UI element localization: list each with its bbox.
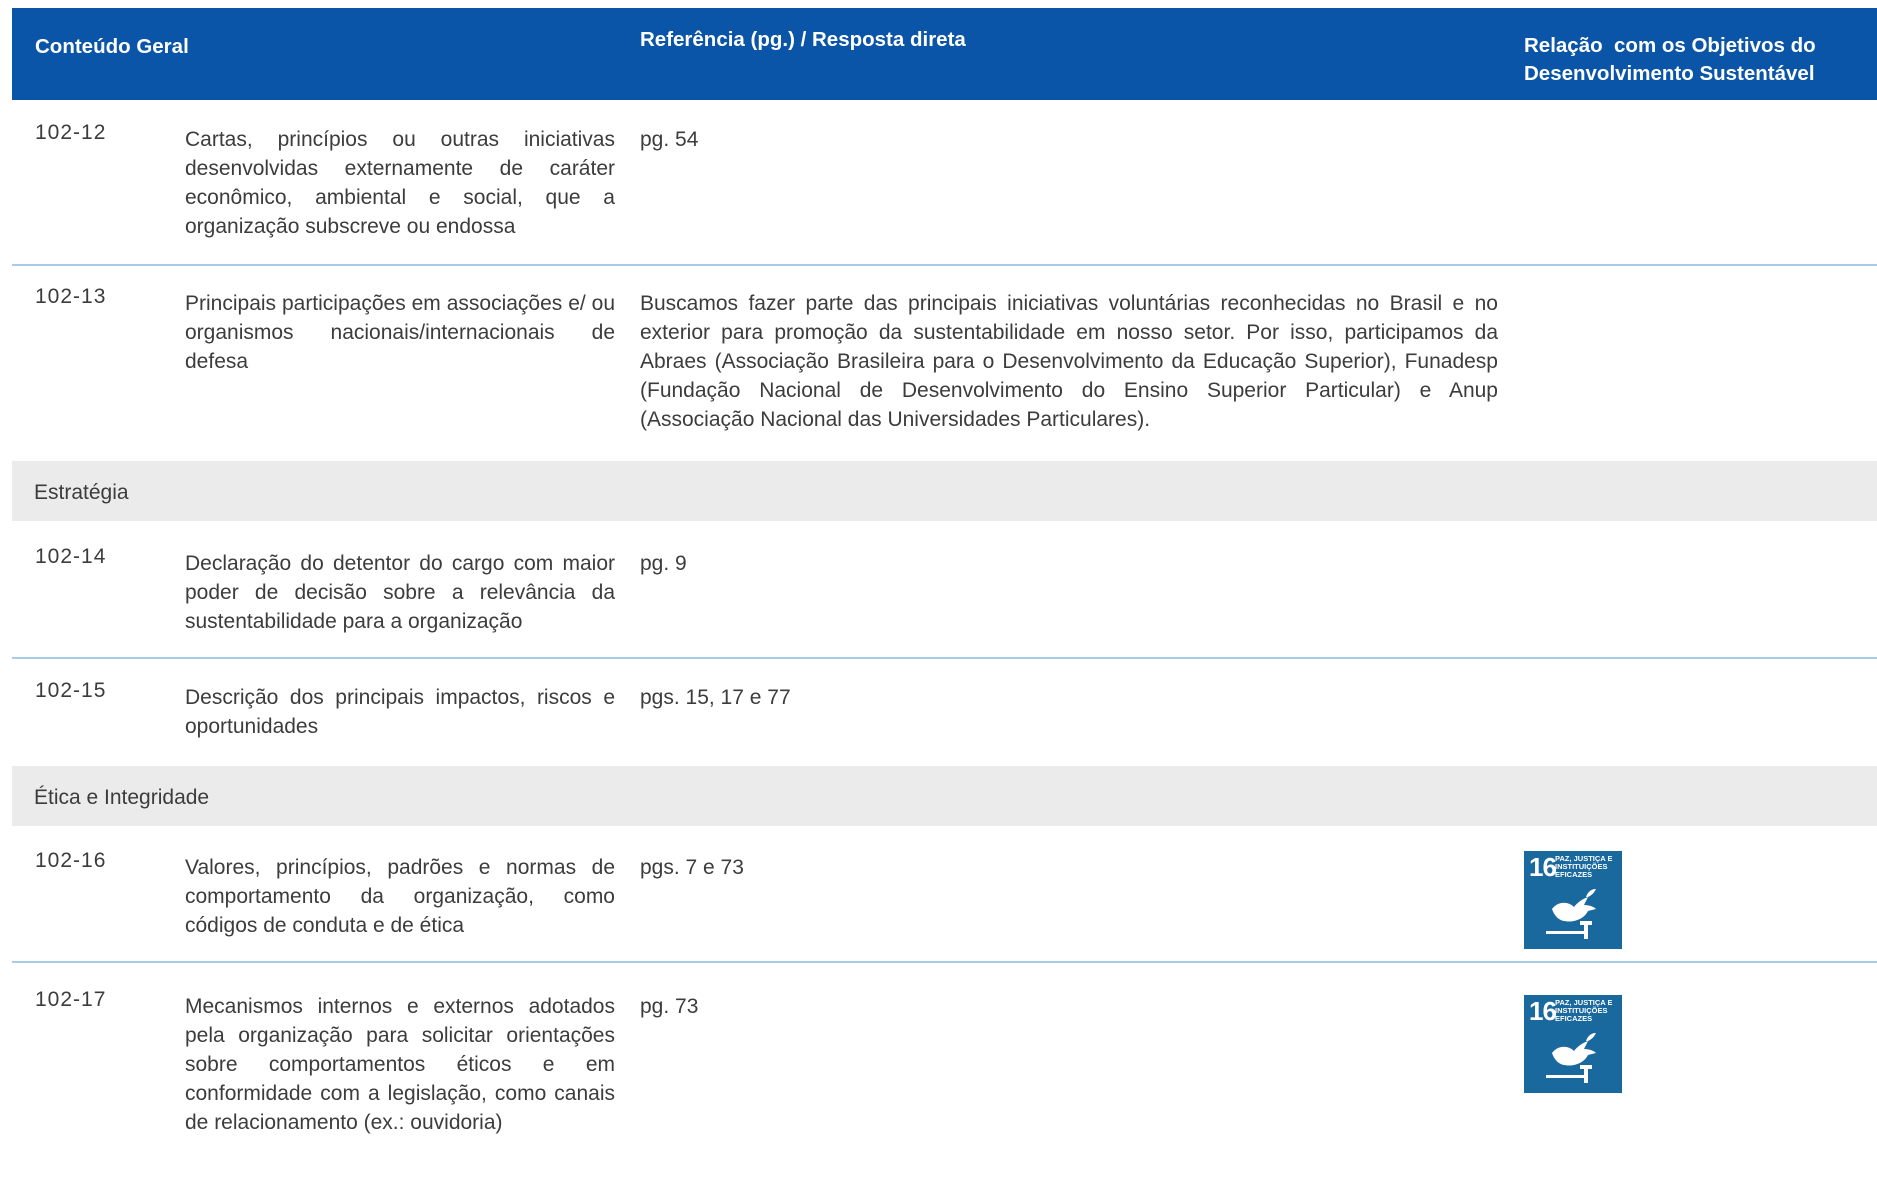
header-general-content: Conteúdo Geral [35,35,189,58]
gri-content-table: Conteúdo Geral Referência (pg.) / Respos… [0,0,1877,1170]
sdg-number: 16 [1529,852,1557,882]
disclosure-code: 102-16 [35,849,107,872]
dove-gavel-icon [1546,889,1596,939]
sdg-label: PAZ, JUSTIÇA E INSTITUIÇÕES EFICAZES [1555,998,1613,1023]
table-header: Conteúdo Geral Referência (pg.) / Respos… [12,8,1877,100]
sdg-number: 16 [1529,996,1557,1026]
disclosure-reference: Buscamos fazer parte das principais inic… [640,292,1498,431]
disclosure-description: Mecanismos internos e externos adotados … [185,995,615,1134]
dove-gavel-icon [1546,1033,1596,1083]
disclosure-description: Principais participações em associações … [185,292,615,373]
table-row: 102-13 Principais participações em assoc… [12,266,1877,463]
disclosure-reference: pg. 9 [640,552,687,575]
disclosure-reference: pgs. 15, 17 e 77 [640,686,791,709]
disclosure-description: Valores, princípios, padrões e normas de… [185,856,615,937]
disclosure-code: 102-14 [35,545,107,568]
disclosure-code: 102-17 [35,988,107,1011]
table-row: 102-16 Valores, princípios, padrões e no… [12,826,1877,963]
disclosure-reference: pgs. 7 e 73 [640,856,744,879]
disclosure-reference: pg. 54 [640,128,699,151]
table-row: 102-12 Cartas, princípios ou outras inic… [12,100,1877,266]
section-title: Ética e Integridade [34,786,210,809]
sdg-16-badge: 16 PAZ, JUSTIÇA E INSTITUIÇÕES EFICAZES [1524,995,1622,1093]
section-row-strategy: Estratégia [12,461,1877,521]
disclosure-description: Cartas, princípios ou outras iniciativas… [185,128,615,238]
header-reference: Referência (pg.) / Resposta direta [640,28,966,51]
table-row: 102-15 Descrição dos principais impactos… [12,659,1877,768]
table-row: 102-14 Declaração do detentor do cargo c… [12,521,1877,659]
section-title: Estratégia [34,481,129,504]
disclosure-code: 102-15 [35,679,107,702]
disclosure-description: Declaração do detentor do cargo com maio… [185,552,615,633]
table-row: 102-17 Mecanismos internos e externos ad… [12,963,1877,1183]
disclosure-code: 102-12 [35,121,107,144]
disclosure-description: Descrição dos principais impactos, risco… [185,686,615,738]
disclosure-reference: pg. 73 [640,995,699,1018]
sdg-16-badge: 16 PAZ, JUSTIÇA E INSTITUIÇÕES EFICAZES [1524,851,1622,949]
sdg-label: PAZ, JUSTIÇA E INSTITUIÇÕES EFICAZES [1555,854,1613,879]
disclosure-code: 102-13 [35,285,107,308]
section-row-ethics: Ética e Integridade [12,766,1877,826]
header-sdg-relation: Relação com os Objetivos do Desenvolvime… [1524,34,1816,85]
